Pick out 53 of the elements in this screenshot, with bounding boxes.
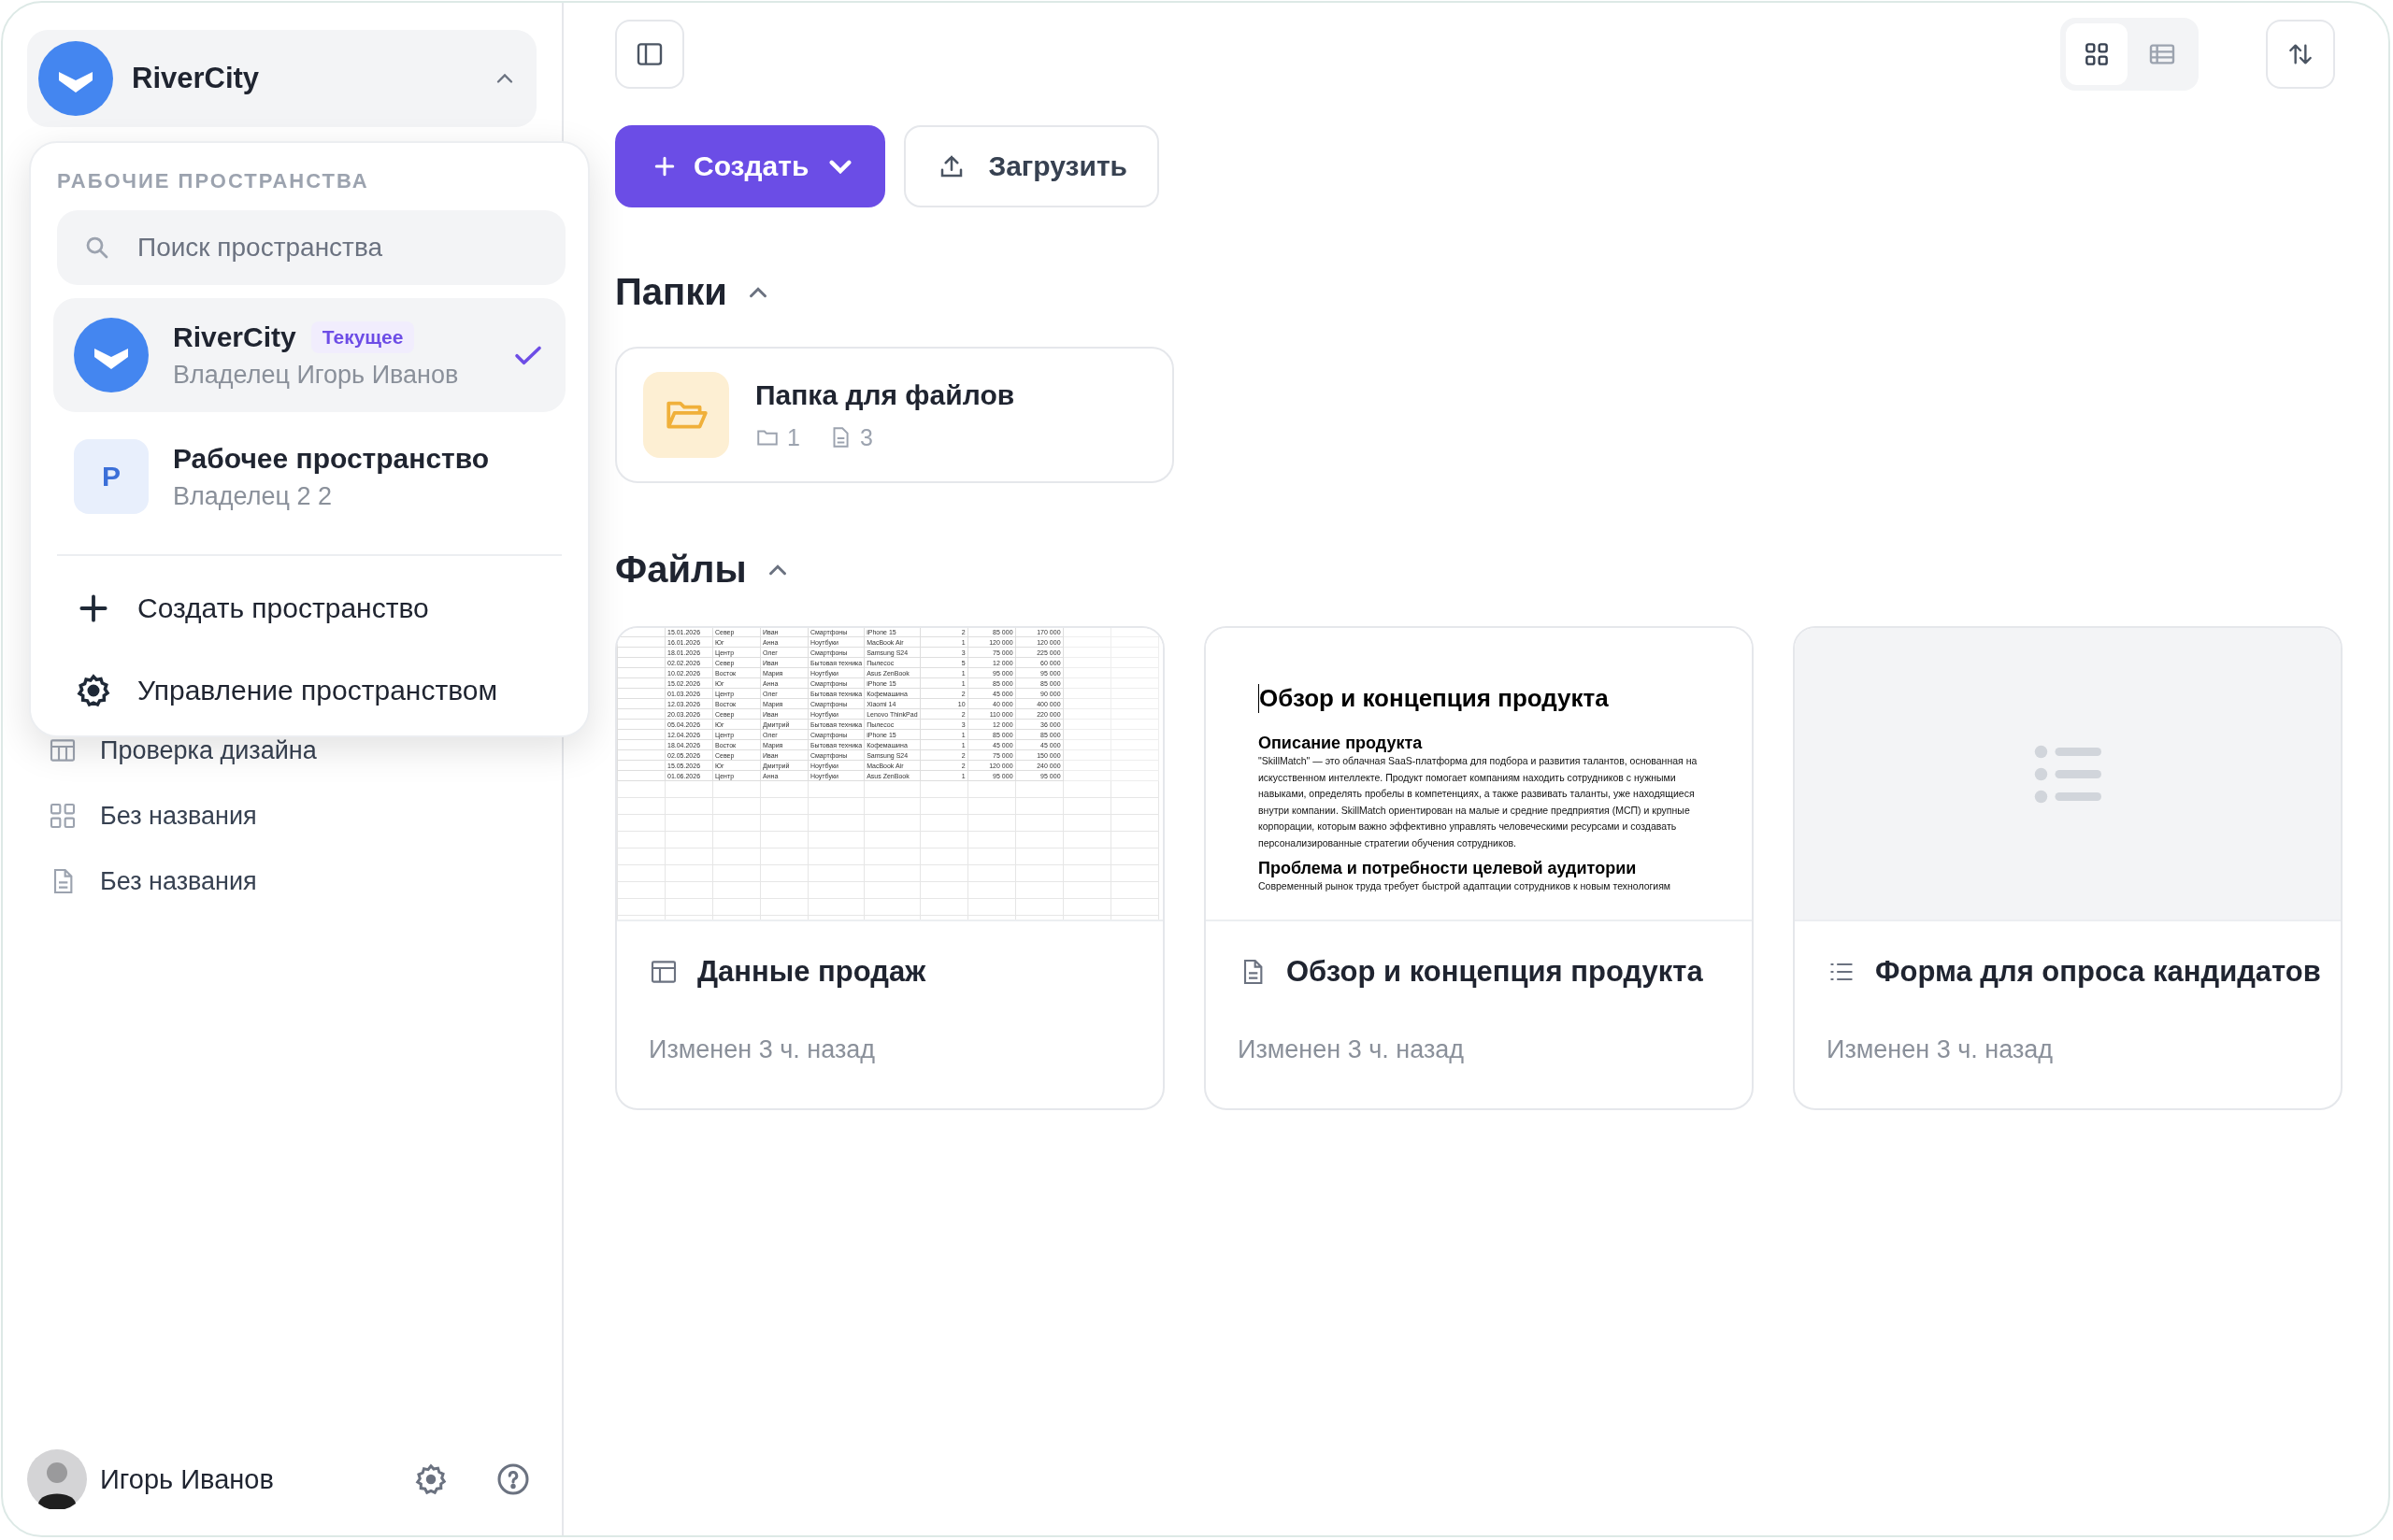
workspace-owner: Владелец Игорь Иванов xyxy=(173,360,460,390)
subfolder-count: 1 xyxy=(787,423,800,451)
help-icon[interactable] xyxy=(496,1462,530,1496)
modified-time: Изменен 3 ч. назад xyxy=(649,1035,877,1064)
document-title: Обзор и концепция продукта xyxy=(1258,684,1714,713)
upload-button[interactable]: Загрузить xyxy=(904,125,1160,207)
workspace-initial: Р xyxy=(74,439,149,514)
folder-icon xyxy=(643,372,729,458)
workspace-logo-icon xyxy=(74,318,149,392)
workspace-logo-icon xyxy=(38,41,113,116)
search-field[interactable]: Поиск пространства xyxy=(57,210,566,285)
search-input[interactable]: Поиск пространства xyxy=(136,232,539,264)
workspace-item[interactable]: RiverCity Текущее Владелец Игорь Иванов xyxy=(53,298,566,412)
folder-card[interactable]: Папка для файлов 1 3 xyxy=(615,347,1174,483)
sidebar-item[interactable]: Без названия xyxy=(48,866,562,896)
menu-item[interactable]: Управление пространством xyxy=(53,663,566,719)
file-count: 3 xyxy=(859,423,873,451)
workspace-owner: Владелец 2 2 xyxy=(173,481,333,511)
sort-button[interactable] xyxy=(2266,20,2335,89)
settings-icon xyxy=(76,673,111,708)
sidebar-item[interactable]: Без названия xyxy=(48,801,562,831)
sidebar-item[interactable]: Проверка дизайна xyxy=(48,735,562,765)
file-name: Форма для опроса кандидатов xyxy=(1875,955,2321,989)
modified-time: Изменен 3 ч. назад xyxy=(1827,1035,2055,1064)
file-card[interactable] xyxy=(1204,626,1754,1110)
file-name: Данные продаж xyxy=(697,955,926,989)
document-paragraph: Современный рынок труда требует быстрой адаптации сотрудников к новым технологиям xyxy=(1258,879,1672,893)
modified-time: Изменен 3 ч. назад xyxy=(1238,1035,1466,1064)
menu-heading: РАБОЧИЕ ПРОСТРАНСТВА xyxy=(56,169,370,193)
list-icon xyxy=(2034,744,2101,804)
workspace-item[interactable]: Р Рабочее пространство Владелец 2 2 xyxy=(53,420,566,534)
document-heading: Проблема и потребности целевой аудитории xyxy=(1258,859,1638,878)
caret-icon xyxy=(829,159,853,174)
workspace-switcher[interactable]: RiverCity xyxy=(27,30,537,127)
menu-item[interactable]: Создать пространство xyxy=(53,580,566,636)
grid-icon xyxy=(48,801,78,831)
file-card[interactable]: Форма для опроса кандидатов Изменен 3 ч. назад xyxy=(1793,626,2343,1110)
workspace-name: RiverCity xyxy=(132,62,261,95)
document-paragraph: "SkillMatch" — это облачная SaaS-платформа для подбора и развития талантов, основанная на искусственном интеллекте. Продукт помогает компаниям находить сотрудников с нужными навыками, определять пробелы в компетенциях, а также развивать таланты, уже находящиеся внутри компании. SkillMatch ориентирован на малые и средние предприятия (МСП) и крупные корпорации, которым важно эффективно управлять человеческими ресурсами и создавать персонализированные стратегии обучения сотрудников. xyxy=(1258,754,1698,850)
folder-name: Папка для файлов xyxy=(755,378,1015,411)
create-button[interactable]: Создать xyxy=(615,125,886,207)
current-badge: Текущее xyxy=(310,321,415,353)
grid-view-button[interactable] xyxy=(2066,23,2128,85)
section-title: Файлы xyxy=(615,549,747,591)
document-heading: Описание продукта xyxy=(1258,734,1424,753)
sidebar-toggle-button[interactable] xyxy=(615,20,684,89)
file-name: Обзор и концепция продукта xyxy=(1286,955,1703,989)
user-avatar[interactable] xyxy=(27,1449,87,1509)
workspace-name: RiverCity xyxy=(173,321,296,353)
section-title: Папки xyxy=(615,271,727,313)
workspace-name: Рабочее пространство xyxy=(173,442,490,475)
user-name: Игорь Иванов xyxy=(100,1463,275,1495)
settings-icon[interactable] xyxy=(414,1462,448,1496)
